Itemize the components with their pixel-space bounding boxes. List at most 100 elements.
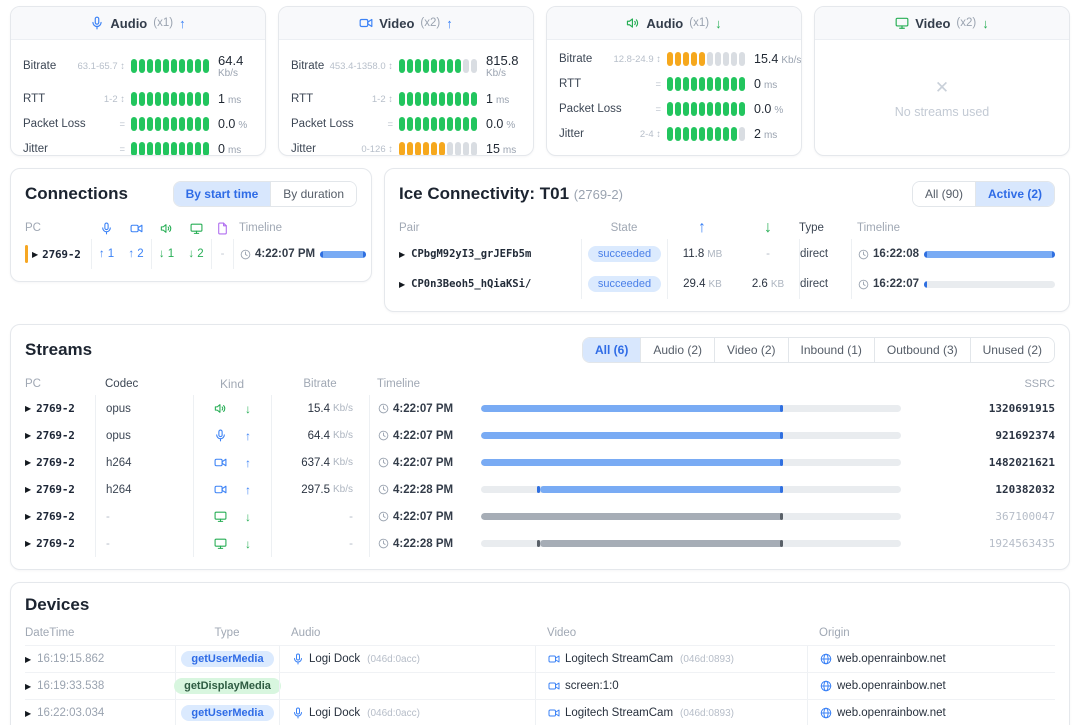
level-meter <box>667 52 745 66</box>
device-video-cell: Logitech StreamCam(046d:0893) <box>535 700 807 725</box>
meter-segment <box>691 102 697 116</box>
stat-card-body: Bitrate63.1-65.7 ↕64.4Kb/sRTT1-2 ↕1msPac… <box>11 40 265 156</box>
ice-toggle-0[interactable]: All (90) <box>913 182 975 206</box>
ice-pair-row[interactable]: ▶CP0n3Beoh5_hQiaKSi/succeeded29.4KB2.6KB… <box>399 269 1055 299</box>
expand-icon[interactable]: ▶ <box>25 512 31 521</box>
device-row[interactable]: ▶16:19:33.538getDisplayMediascreen:1:0we… <box>25 672 1055 699</box>
stream-bitrate-value: - <box>349 511 353 523</box>
streams-header-ssrc: SSRC <box>915 378 1055 390</box>
meter-segment <box>139 59 145 73</box>
device-row[interactable]: ▶16:19:15.862getUserMediaLogi Dock(046d:… <box>25 645 1055 672</box>
stream-row[interactable]: ▶2769-2opus↓15.4Kb/s4:22:07 PM1320691915 <box>25 395 1055 422</box>
ice-download-unit: KB <box>771 279 784 290</box>
expand-icon[interactable]: ▶ <box>25 431 31 440</box>
expand-icon[interactable]: ▶ <box>399 250 405 259</box>
stream-row[interactable]: ▶2769-2-↓-4:22:28 PM1924563435 <box>25 530 1055 557</box>
meter-segment <box>707 127 713 141</box>
meter-segment <box>715 127 721 141</box>
ice-toggle-1[interactable]: Active (2) <box>975 182 1054 206</box>
stream-kind-cell: ↑ <box>193 422 271 449</box>
metric-label-group: RTT1-2 ↕ <box>23 93 131 105</box>
level-meter <box>399 92 477 106</box>
meter-segment <box>131 92 137 106</box>
stream-row[interactable]: ▶2769-2h264↑297.5Kb/s4:22:28 PM120382032 <box>25 476 1055 503</box>
metric-range: 1-2 ↕ <box>370 94 399 105</box>
meter-segment <box>407 117 413 131</box>
camera-icon <box>214 483 227 496</box>
streams-filter-1[interactable]: Audio (2) <box>640 338 714 362</box>
expand-icon[interactable]: ▶ <box>25 485 31 494</box>
metric-range: 1-2 ↕ <box>102 94 131 105</box>
expand-icon[interactable]: ▶ <box>25 682 31 691</box>
expand-icon[interactable]: ▶ <box>25 404 31 413</box>
arrow-up-icon: ↑ <box>245 429 251 443</box>
clock-icon <box>378 484 389 495</box>
expand-icon[interactable]: ▶ <box>25 458 31 467</box>
timeline-bar <box>481 432 901 439</box>
ice-pair-row[interactable]: ▶CPbgM92yI3_grJEFb5msucceeded11.8MB-dire… <box>399 239 1055 269</box>
meter-segment <box>683 102 689 116</box>
meter-segment <box>423 92 429 106</box>
metric-value-number: 64.4 <box>218 53 266 68</box>
streams-filter-4[interactable]: Outbound (3) <box>874 338 970 362</box>
meter-segment <box>691 77 697 91</box>
device-audio-cell <box>279 673 535 699</box>
metric-label-group: Packet Loss= <box>23 118 131 130</box>
connections-table: PCTimeline▶2769-2↑ 1↑ 2↓ 1↓ 2-4:22:07 PM <box>25 217 357 269</box>
stat-card-video-down: Video(x2)↓✕No streams used <box>814 6 1070 156</box>
metric-value: 0ms <box>754 75 802 93</box>
timeline-bar <box>481 540 901 547</box>
time-text: 4:22:07 PM <box>255 248 315 260</box>
connections-toggle-0[interactable]: By start time <box>174 182 271 206</box>
timestamp: 16:22:08 <box>858 248 919 260</box>
connections-header-speaker <box>151 217 181 239</box>
arrow-up-icon: ↑ <box>179 16 186 31</box>
connection-timeline-cell: 4:22:07 PM <box>233 239 366 269</box>
meter-segment <box>399 92 405 106</box>
timestamp: 4:22:07 PM <box>240 248 315 260</box>
stream-row[interactable]: ▶2769-2opus↑64.4Kb/s4:22:07 PM921692374 <box>25 422 1055 449</box>
expand-icon[interactable]: ▶ <box>25 539 31 548</box>
connections-toggle-1[interactable]: By duration <box>270 182 356 206</box>
metric-label-group: Jitter0-126 ↕ <box>291 143 399 155</box>
device-type-cell: getUserMedia <box>175 646 279 672</box>
connections-header-file <box>211 217 233 239</box>
ice-header-pair: Pair <box>399 222 581 234</box>
meter-segment <box>155 92 161 106</box>
ice-upload-cell: 11.8MB <box>667 239 737 269</box>
timeline-fill <box>540 540 784 547</box>
streams-filter-3[interactable]: Inbound (1) <box>788 338 874 362</box>
meter-segment <box>203 92 209 106</box>
device-row[interactable]: ▶16:22:03.034getUserMediaLogi Dock(046d:… <box>25 699 1055 725</box>
meter-segment <box>423 117 429 131</box>
stream-bitrate-cell: 64.4Kb/s <box>271 422 369 449</box>
expand-icon[interactable]: ▶ <box>25 709 31 718</box>
metric-row-rtt: RTT1-2 ↕1ms <box>291 86 521 111</box>
ice-table: PairState↑↓TypeTimeline▶CPbgM92yI3_grJEF… <box>399 217 1055 299</box>
meter-segment <box>675 127 681 141</box>
meter-segment <box>187 59 193 73</box>
meter-segment <box>195 59 201 73</box>
stream-bar-cell <box>481 405 915 412</box>
expand-icon[interactable]: ▶ <box>32 250 38 259</box>
timeline-fill <box>481 513 783 520</box>
meter-segment <box>707 77 713 91</box>
streams-filter-5[interactable]: Unused (2) <box>970 338 1054 362</box>
ice-upload-unit: MB <box>707 249 722 260</box>
device-origin-cell: web.openrainbow.net <box>807 673 1055 699</box>
streams-filter-0[interactable]: All (6) <box>583 338 640 362</box>
stream-pc-cell: ▶2769-2 <box>25 510 95 523</box>
ice-upload-unit: KB <box>709 279 722 290</box>
stream-bitrate-unit: Kb/s <box>333 430 353 441</box>
expand-icon[interactable]: ▶ <box>25 655 31 664</box>
expand-icon[interactable]: ▶ <box>399 280 405 289</box>
connection-row[interactable]: ▶2769-2↑ 1↑ 2↓ 1↓ 2-4:22:07 PM <box>25 239 357 269</box>
stream-row[interactable]: ▶2769-2h264↑637.4Kb/s4:22:07 PM148202162… <box>25 449 1055 476</box>
streams-filter-2[interactable]: Video (2) <box>714 338 787 362</box>
stream-row[interactable]: ▶2769-2-↓-4:22:07 PM367100047 <box>25 503 1055 530</box>
stream-ssrc: 1924563435 <box>915 537 1055 550</box>
metric-range: = <box>385 119 399 130</box>
ice-timeline-cell: 16:22:07 <box>851 269 1055 299</box>
connection-count-4: - <box>211 239 233 269</box>
meter-segment <box>715 52 721 66</box>
